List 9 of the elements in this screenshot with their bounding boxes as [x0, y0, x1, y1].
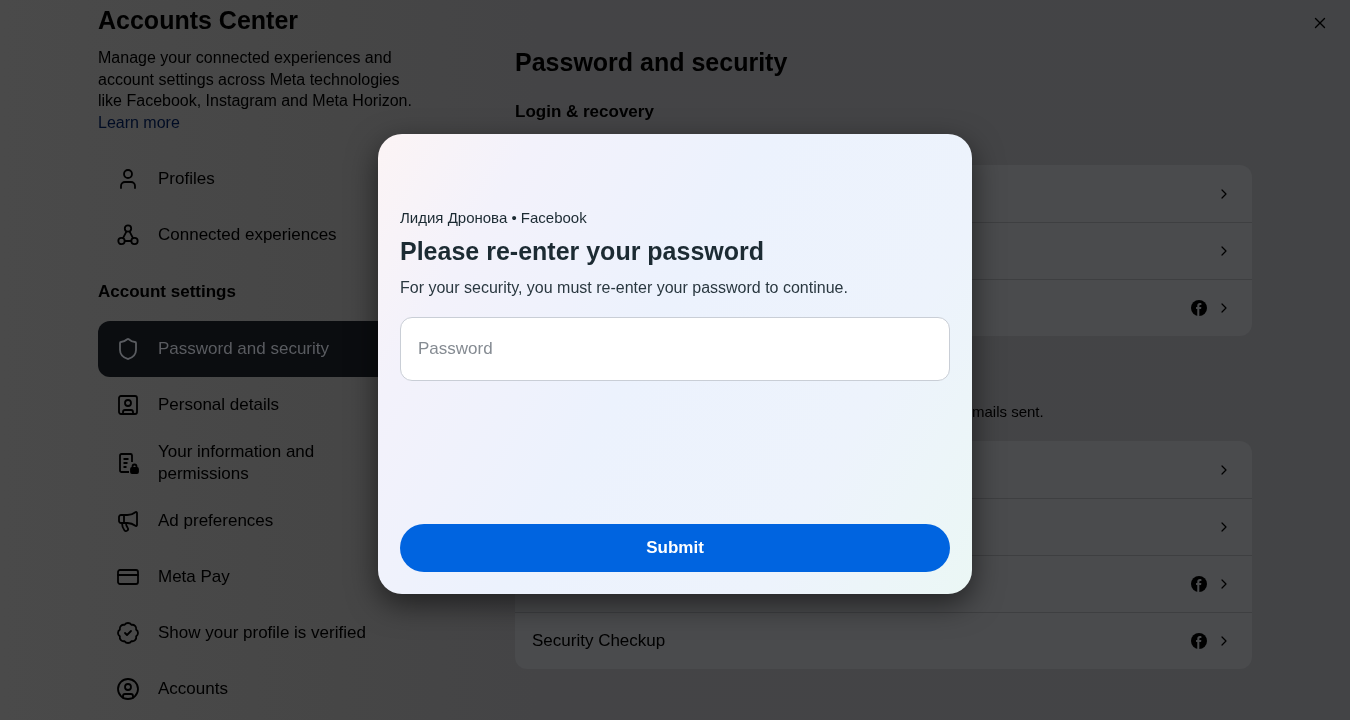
- section-heading: Login & recovery: [515, 101, 654, 123]
- page-title: Password and security: [515, 48, 788, 76]
- sidebar-title: Accounts Center: [98, 6, 299, 34]
- dialog-title: Please re-enter your password: [400, 236, 765, 266]
- account-label: Лидия Дронова • Facebook: [400, 208, 587, 228]
- sidebar-description: Manage your connected experiences and account settings across Meta technologies like Facebook, Instagram and Meta Horizon.: [98, 48, 413, 111]
- dialog-description: For your security, you must re-enter your password to continue.: [400, 278, 848, 298]
- section-description: mails sent.: [972, 402, 1044, 422]
- section-heading: Account settings: [98, 281, 236, 303]
